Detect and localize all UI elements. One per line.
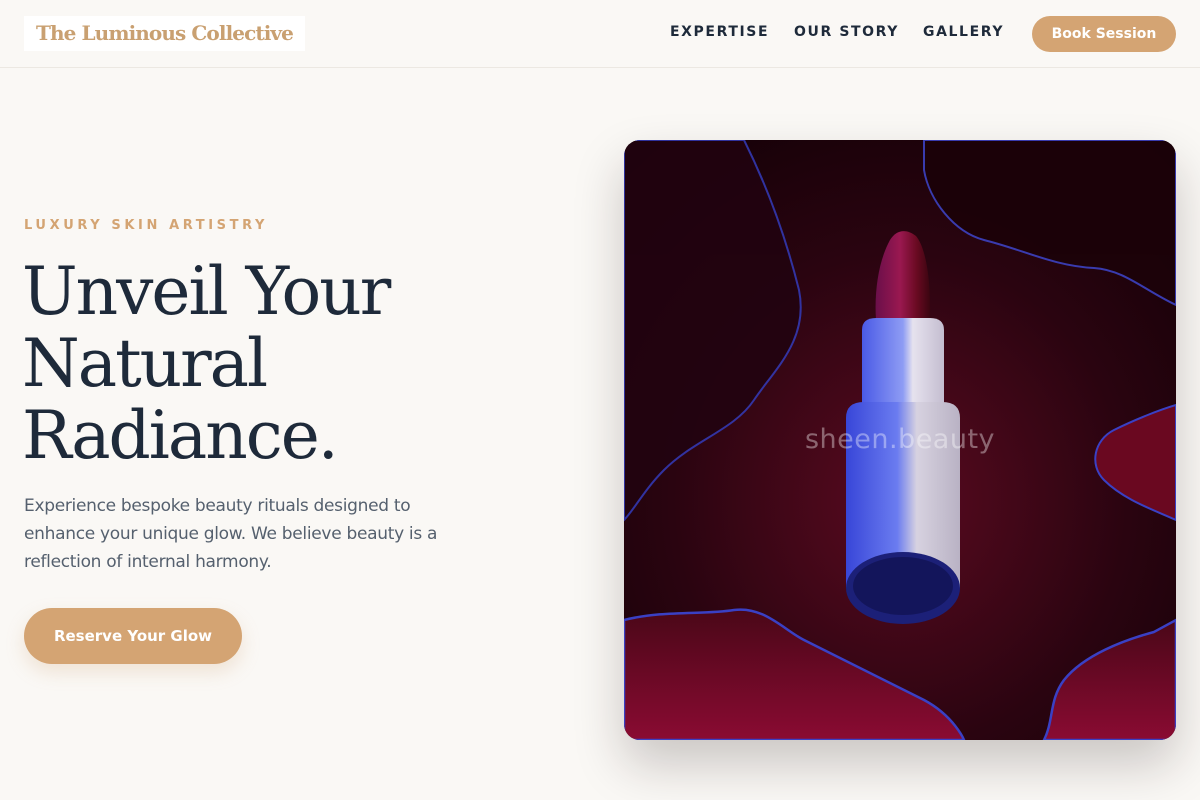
site-header: The Luminous Collective EXPERTISE OUR ST… bbox=[0, 0, 1200, 68]
image-watermark: sheen.beauty bbox=[804, 424, 996, 455]
reserve-glow-button[interactable]: Reserve Your Glow bbox=[24, 608, 242, 664]
headline-line-1: Unveil Your bbox=[22, 253, 391, 330]
lipstick-collar bbox=[862, 318, 944, 408]
lipstick-base-shadow bbox=[853, 557, 953, 615]
book-session-button[interactable]: Book Session bbox=[1032, 16, 1176, 52]
nav-link-expertise[interactable]: EXPERTISE bbox=[670, 24, 769, 40]
hero-intro: Experience bespoke beauty rituals design… bbox=[24, 496, 438, 572]
brand-logo[interactable]: The Luminous Collective bbox=[24, 16, 305, 51]
headline-line-2: Natural bbox=[22, 325, 268, 402]
hero-headline: Unveil Your Natural Radiance. bbox=[22, 256, 542, 472]
nav-link-gallery[interactable]: GALLERY bbox=[923, 24, 1004, 40]
headline-line-3: Radiance. bbox=[22, 397, 339, 474]
nav-link-our-story[interactable]: OUR STORY bbox=[794, 24, 899, 40]
hero-lipstick-image: sheen.beauty bbox=[624, 140, 1176, 740]
hero-eyebrow: LUXURY SKIN ARTISTRY bbox=[24, 218, 269, 233]
